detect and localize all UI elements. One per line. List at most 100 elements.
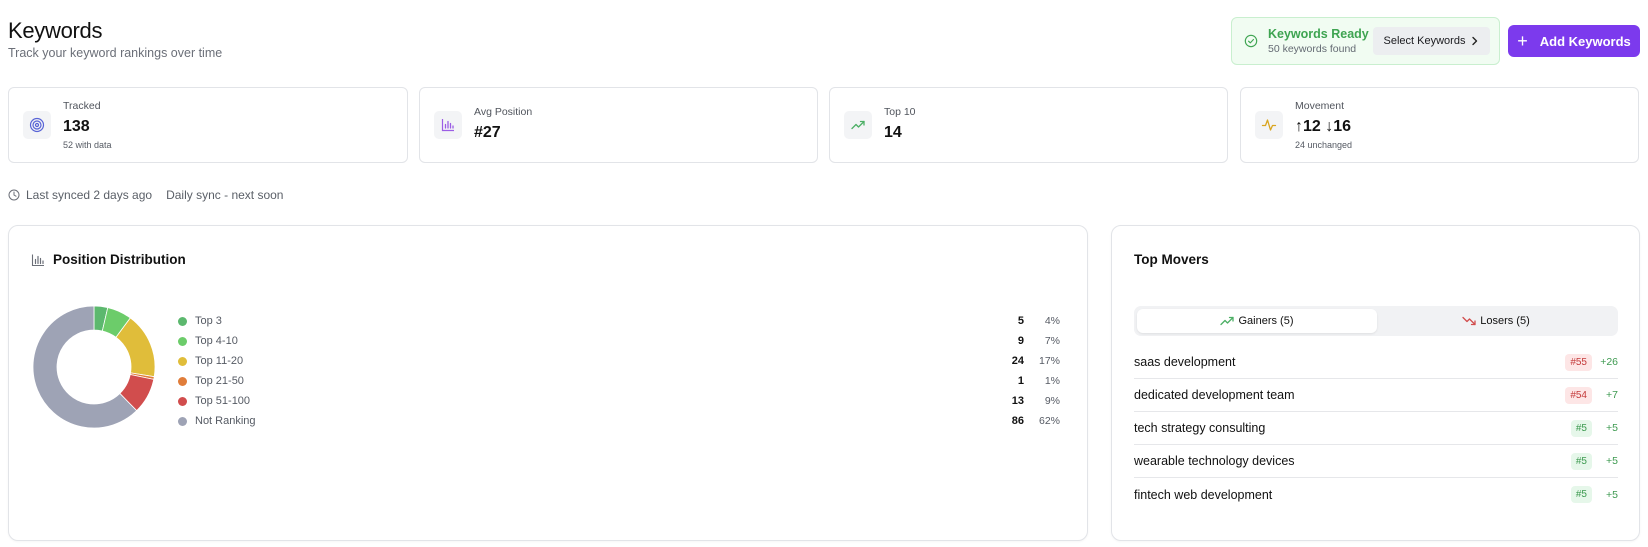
position-badge: #5 [1570, 419, 1592, 437]
position-distribution-label: Position Distribution [53, 252, 186, 267]
stat-value: #27 [474, 124, 501, 141]
legend-count: 1 [1017, 375, 1024, 387]
chevron-right-icon [1472, 36, 1478, 46]
mover-row[interactable]: saas development #55 +26 [1134, 346, 1618, 379]
tab-losers-label: Losers (5) [1480, 315, 1530, 327]
legend-row: Top 3 5 4% [178, 311, 1078, 331]
mover-keyword: fintech web development [1134, 487, 1273, 502]
legend-percent: 62% [1038, 415, 1060, 427]
last-synced-text: Last synced 2 days ago [26, 188, 153, 202]
legend-label: Top 3 [195, 315, 222, 327]
position-badge: #54 [1565, 386, 1592, 404]
stat-sub: 52 with data [63, 140, 112, 150]
legend-label: Top 21-50 [195, 375, 244, 387]
mover-keyword: tech strategy consulting [1134, 421, 1266, 435]
keywords-ready-banner: Keywords Ready 50 keywords found Select … [1231, 17, 1500, 65]
stat-card-movement: Movement ↑12 ↓16 24 unchanged [1240, 87, 1639, 163]
legend-dot [178, 356, 187, 366]
legend-row: Top 51-100 13 9% [178, 391, 1078, 411]
stat-body-avg-position: Avg Position #27 [474, 106, 532, 142]
add-keywords-label: Add Keywords [1539, 33, 1631, 49]
mover-row[interactable]: fintech web development #5 +5 [1134, 478, 1618, 511]
sync-status: Last synced 2 days ago Daily sync - next… [8, 188, 283, 202]
mover-row[interactable]: tech strategy consulting #5 +5 [1134, 412, 1618, 445]
position-delta: +5 [1606, 488, 1618, 501]
page-header: Keywords Track your keyword rankings ove… [8, 18, 222, 60]
trending-up-icon [1220, 316, 1235, 326]
stat-card-avg-position: Avg Position #27 [419, 87, 818, 163]
bar-chart-icon [31, 254, 44, 266]
add-keywords-button[interactable]: + Add Keywords [1508, 25, 1640, 57]
legend-row: Not Ranking 86 62% [178, 411, 1078, 431]
legend-count: 9 [1017, 335, 1024, 347]
legend-count: 24 [1011, 355, 1024, 367]
check-circle-icon [1244, 34, 1258, 48]
trending-down-icon [1462, 316, 1476, 326]
tab-gainers[interactable]: Gainers (5) [1137, 309, 1377, 333]
position-delta: +5 [1606, 455, 1618, 467]
legend-percent: 1% [1044, 375, 1060, 387]
legend-row: Top 4-10 9 7% [178, 331, 1078, 351]
position-distribution-legend: Top 3 5 4% Top 4-10 9 7% Top 11-20 24 17% Top 21-… [178, 311, 1078, 431]
position-distribution-donut [32, 305, 156, 429]
legend-count: 86 [1011, 415, 1024, 427]
stat-value: 138 [63, 118, 90, 135]
legend-dot [178, 416, 187, 426]
position-delta: +7 [1606, 389, 1618, 401]
top-movers-title: Top Movers [1134, 252, 1209, 267]
stat-icon-top10 [844, 111, 872, 139]
keywords-ready-text: Keywords Ready 50 keywords found [1268, 27, 1369, 55]
stat-card-tracked: Tracked 138 52 with data [8, 87, 408, 163]
legend-label: Top 11-20 [195, 355, 244, 367]
stat-icon-movement [1255, 111, 1283, 139]
position-badge: #5 [1570, 452, 1592, 470]
position-distribution-title: Position Distribution [31, 252, 186, 267]
stat-body-tracked: Tracked 138 52 with data [63, 100, 112, 150]
page-subtitle: Track your keyword rankings over time [8, 46, 223, 60]
stat-sub: 24 unchanged [1295, 140, 1353, 150]
legend-dot [178, 396, 187, 406]
stat-label: Tracked [63, 100, 101, 112]
legend-count: 13 [1011, 395, 1024, 407]
position-delta: +5 [1606, 422, 1618, 434]
select-keywords-button[interactable]: Select Keywords [1373, 27, 1490, 55]
legend-label: Top 4-10 [195, 335, 238, 347]
top-movers-list: saas development #55 +26 dedicated developm… [1134, 346, 1618, 511]
tab-losers[interactable]: Losers (5) [1376, 309, 1616, 333]
stat-value: 14 [884, 124, 902, 141]
position-delta: +26 [1600, 356, 1618, 368]
legend-label: Top 51-100 [195, 395, 251, 407]
sync-schedule-text: Daily sync - next soon [166, 188, 284, 202]
position-badge: #5 [1570, 486, 1592, 503]
mover-keyword: wearable technology devices [1134, 454, 1295, 468]
legend-dot [178, 336, 187, 346]
plus-icon: + [1517, 31, 1528, 51]
legend-row: Top 11-20 24 17% [178, 351, 1078, 371]
stat-value: ↑12 ↓16 [1295, 118, 1352, 135]
mover-keyword: saas development [1134, 355, 1236, 369]
movers-toggle: Gainers (5) Losers (5) [1134, 306, 1618, 336]
stat-icon-avg-position [434, 111, 462, 139]
mover-row[interactable]: dedicated development team #54 +7 [1134, 379, 1618, 412]
keywords-ready-title: Keywords Ready [1268, 27, 1369, 41]
clock-icon [8, 189, 20, 201]
select-keywords-label: Select Keywords [1383, 35, 1466, 47]
keywords-ready-subtitle: 50 keywords found [1268, 43, 1357, 55]
stat-body-movement: Movement ↑12 ↓16 24 unchanged [1295, 100, 1352, 150]
stat-icon-tracked [23, 111, 51, 139]
page-title: Keywords [8, 18, 103, 43]
legend-percent: 7% [1044, 335, 1060, 347]
target-icon [29, 117, 45, 133]
activity-icon [1261, 119, 1277, 131]
position-badge: #55 [1565, 353, 1592, 371]
legend-percent: 4% [1044, 315, 1060, 327]
stat-label: Avg Position [474, 106, 533, 118]
legend-percent: 17% [1038, 355, 1060, 367]
legend-row: Top 21-50 1 1% [178, 371, 1078, 391]
stat-card-top10: Top 10 14 [829, 87, 1228, 163]
position-distribution-panel: Position Distribution Top 3 5 4% Top 4-10 9 7… [8, 225, 1088, 541]
legend-label: Not Ranking [195, 415, 256, 427]
mover-row[interactable]: wearable technology devices #5 +5 [1134, 445, 1618, 478]
tab-gainers-label: Gainers (5) [1238, 315, 1294, 327]
legend-dot [178, 376, 187, 386]
